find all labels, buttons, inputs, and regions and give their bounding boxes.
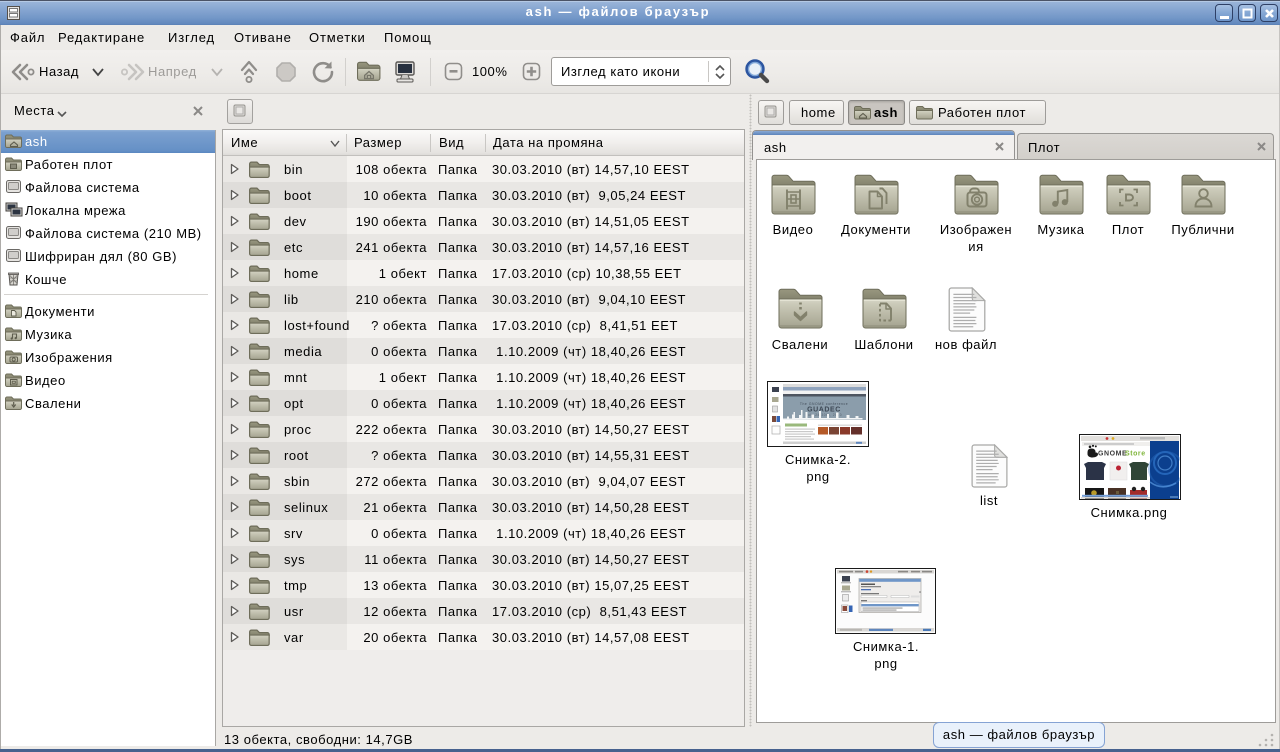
svg-text:The GNOME conference: The GNOME conference	[800, 402, 848, 406]
svg-text:Store: Store	[1125, 451, 1146, 458]
svg-text:GNOME: GNOME	[1098, 451, 1127, 458]
